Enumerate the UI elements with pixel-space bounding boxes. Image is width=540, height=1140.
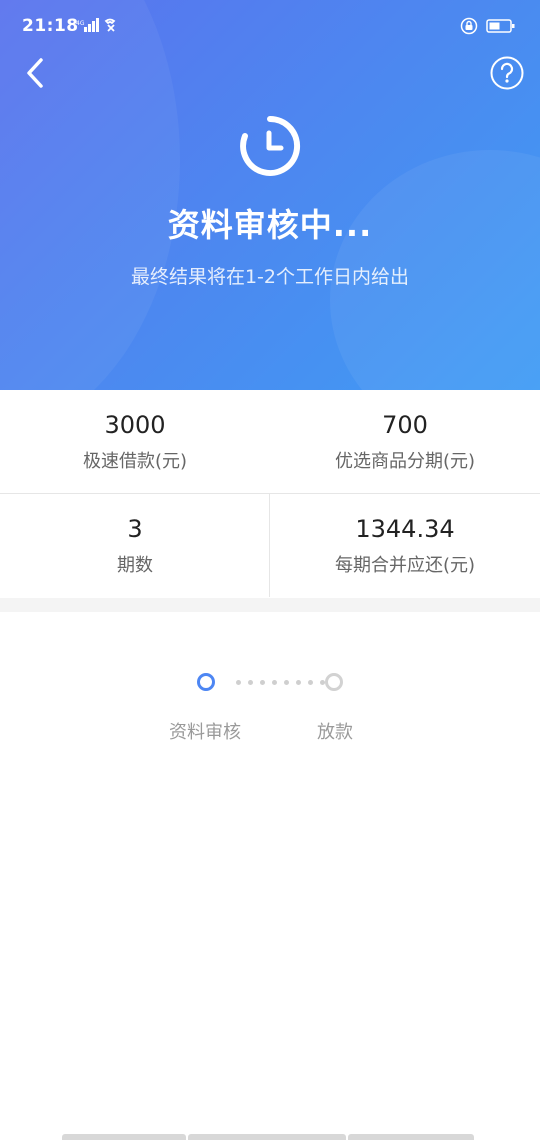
help-icon [490, 56, 524, 90]
step-indicator-active [197, 673, 215, 691]
status-right [460, 17, 516, 39]
stat-quick-loan: 3000 极速借款(元) [0, 390, 270, 494]
help-button[interactable] [490, 56, 524, 90]
stat-value: 1344.34 [355, 514, 455, 543]
section-separator [0, 598, 540, 612]
page-subtitle: 最终结果将在1-2个工作日内给出 [130, 266, 410, 288]
page-title: 资料审核中... [167, 206, 373, 244]
step-indicator-pending [325, 673, 343, 691]
clock-icon [238, 114, 302, 178]
step-label-disburse: 放款 [317, 722, 353, 743]
status-bar: 21:18 4G [0, 0, 540, 56]
navigation-bar[interactable] [62, 1134, 478, 1140]
signal-icon: 4G [76, 18, 128, 38]
status-header: 21:18 4G 资料审核中... 最终结果将在1-2个工作日内给出 [0, 0, 540, 390]
step-connector [236, 680, 325, 685]
back-button[interactable] [18, 56, 52, 90]
stat-value: 3000 [104, 410, 166, 439]
divider [0, 493, 540, 494]
progress-steps: 资料审核 放款 [0, 612, 540, 912]
stat-value: 3 [127, 514, 143, 543]
back-arrow-icon [27, 58, 43, 88]
step-label-review: 资料审核 [169, 722, 241, 743]
stat-installment: 700 优选商品分期(元) [270, 390, 540, 494]
stat-label: 优选商品分期(元) [334, 451, 476, 473]
stat-repayment: 1344.34 每期合并应还(元) [270, 494, 540, 598]
stat-label: 每期合并应还(元) [334, 555, 476, 577]
status-time: 21:18 [22, 16, 79, 36]
divider [269, 494, 270, 597]
stat-value: 700 [382, 410, 428, 439]
stat-periods: 3 期数 [0, 494, 270, 598]
loan-summary: 3000 极速借款(元) 700 优选商品分期(元) 3 期数 1344.34 … [0, 390, 540, 598]
stat-label: 极速借款(元) [82, 451, 188, 473]
stat-label: 期数 [117, 555, 153, 577]
network-type-label: 4G [76, 20, 85, 27]
battery-icon [486, 18, 516, 38]
lock-icon [460, 17, 478, 39]
